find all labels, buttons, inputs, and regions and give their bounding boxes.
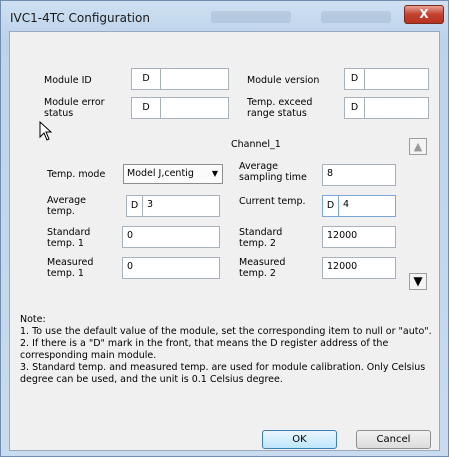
down-arrow-icon: ▼ [413,274,423,288]
meas-temp1-field[interactable]: 0 [122,257,220,279]
module-id-prefix: D [131,68,160,90]
close-button[interactable]: X [404,5,444,24]
meas-temp2-label: Measured temp. 2 [239,257,286,279]
module-version-prefix: D [344,68,364,90]
temp-mode-select[interactable]: Model J,centig ▼ [123,164,223,184]
channel-title: Channel_1 [231,139,281,150]
note-line-2: 2. If there is a "D" mark in the front, … [20,338,389,361]
temp-exceed-label: Temp. exceed range status [247,97,313,119]
up-arrow-icon: ▲ [413,140,423,153]
std-temp1-label: Standard temp. 1 [47,227,91,249]
avg-sampling-field[interactable]: 8 [322,164,396,186]
module-error-field[interactable] [160,97,229,119]
module-version-field[interactable] [364,68,429,90]
config-dialog: IVC1-4TC Configuration X Module ID D Mod… [0,0,449,457]
blurred-background-text [321,11,391,23]
avg-temp-field[interactable]: 3 [142,195,220,217]
note-section: Note: 1. To use the default value of the… [20,314,434,386]
avg-sampling-label: Average sampling time [239,161,307,183]
temp-mode-value: Model J,centig [127,168,194,179]
temp-exceed-prefix: D [344,97,364,119]
std-temp2-field[interactable]: 12000 [322,226,396,248]
temp-mode-label: Temp. mode [47,169,106,180]
blurred-background-text [211,11,291,23]
avg-temp-label: Average temp. [47,195,87,217]
module-error-prefix: D [131,97,160,119]
dropdown-arrow-icon: ▼ [211,169,218,178]
std-temp1-field[interactable]: 0 [122,226,220,248]
window-title: IVC1-4TC Configuration [10,11,150,25]
current-temp-label: Current temp. [239,196,306,207]
meas-temp1-label: Measured temp. 1 [47,257,94,279]
note-line-3: 3. Standard temp. and measured temp. are… [20,362,426,385]
note-line-1: 1. To use the default value of the modul… [20,326,432,337]
meas-temp2-field[interactable]: 12000 [322,257,396,279]
current-temp-prefix: D [322,195,338,217]
module-id-field[interactable] [160,68,229,90]
current-temp-field[interactable]: 4 [338,195,396,217]
avg-temp-prefix: D [126,195,142,217]
temp-exceed-field[interactable] [364,97,429,119]
note-heading: Note: [20,314,46,325]
channel-down-button[interactable]: ▼ [409,273,427,290]
mouse-cursor-icon [39,121,52,141]
cancel-button[interactable]: Cancel [356,430,431,449]
std-temp2-label: Standard temp. 2 [239,227,283,249]
channel-up-button[interactable]: ▲ [409,138,427,155]
module-id-label: Module ID [44,75,92,86]
module-version-label: Module version [247,75,320,86]
ok-button[interactable]: OK [262,430,337,449]
module-error-label: Module error status [44,97,105,119]
